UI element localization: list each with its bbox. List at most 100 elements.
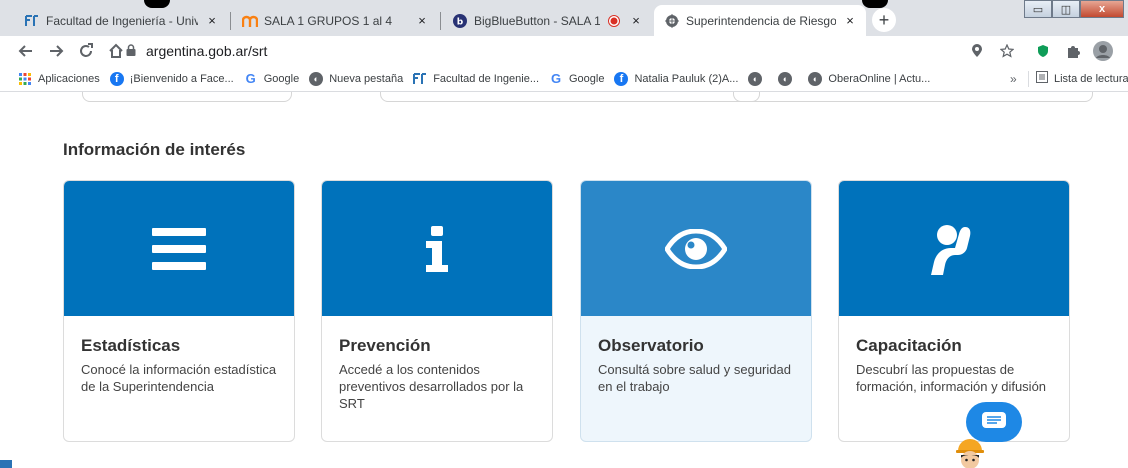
- tab-superintendencia[interactable]: Superintendencia de Riesgos del ×: [654, 5, 866, 36]
- raised-hand-person-icon: [931, 224, 971, 275]
- bookmark-label: Facultad de Ingenie...: [433, 72, 539, 85]
- card-capacitacion[interactable]: Capacitación Descubrí las propuestas de …: [838, 180, 1070, 442]
- menu-lines-icon: [152, 227, 206, 270]
- card-prevencion[interactable]: Prevención Accedé a los contenidos preve…: [321, 180, 553, 442]
- toolbar-actions: [964, 39, 1128, 63]
- reading-list-icon: [1036, 71, 1048, 86]
- card-hero: [839, 181, 1069, 316]
- moodle-favicon-icon: [242, 13, 258, 29]
- puzzle-extensions-icon[interactable]: [1060, 39, 1086, 63]
- tab-separator: [440, 12, 441, 30]
- window-controls: ▭ ◫ x: [1024, 0, 1124, 20]
- card-title: Prevención: [339, 336, 431, 355]
- close-tab-icon[interactable]: ×: [204, 13, 220, 28]
- bookmark-globe-1[interactable]: ◐: [748, 71, 768, 86]
- bookmark-label: Google: [263, 72, 300, 85]
- card-hero: [64, 181, 294, 316]
- bookmark-label: Natalia Pauluk (2)A...: [634, 72, 739, 85]
- profile-avatar[interactable]: [1090, 39, 1116, 63]
- reading-list-label: Lista de lectura: [1054, 72, 1128, 85]
- card-description: Accedé a los contenidos preventivos desa…: [339, 362, 524, 411]
- reload-icon: [80, 43, 93, 57]
- bookmark-label: Nueva pestaña: [329, 72, 404, 85]
- tab-title: BigBlueButton - SALA 1 GRU: [474, 13, 600, 28]
- arrow-right-icon: [50, 45, 64, 57]
- tab-title: SALA 1 GRUPOS 1 al 4: [264, 13, 393, 28]
- argentina-favicon-icon: [664, 13, 680, 29]
- forward-button[interactable]: [44, 39, 68, 63]
- arrow-left-icon: [18, 45, 32, 57]
- worker-avatar-icon[interactable]: [952, 436, 988, 468]
- bookmark-globe-2[interactable]: ◐: [778, 71, 798, 86]
- shield-extension-icon[interactable]: [1030, 39, 1056, 63]
- card-description: Consultá sobre salud y seguridad en el t…: [598, 362, 791, 394]
- close-tab-icon[interactable]: ×: [628, 13, 644, 28]
- previous-card[interactable]: [380, 92, 760, 102]
- previous-card[interactable]: [733, 92, 1093, 102]
- bookmark-facultad[interactable]: Facultad de Ingenie...: [413, 72, 539, 86]
- card-description: Descubrí las propuestas de formación, in…: [856, 362, 1047, 394]
- tab-sala[interactable]: SALA 1 GRUPOS 1 al 4 ×: [232, 5, 438, 36]
- bookmark-natalia[interactable]: f Natalia Pauluk (2)A...: [614, 71, 739, 86]
- google-icon: G: [550, 71, 562, 86]
- bookmark-label: ¡Bienvenido a Face...: [129, 72, 234, 85]
- globe-icon: ◐: [309, 71, 324, 86]
- card-estadisticas[interactable]: Estadísticas Conocé la información estad…: [63, 180, 295, 442]
- bigbluebutton-favicon-icon: b: [452, 13, 468, 29]
- window-close-button[interactable]: x: [1080, 0, 1124, 18]
- card-observatorio[interactable]: Observatorio Consultá sobre salud y segu…: [580, 180, 812, 442]
- tab-facultad[interactable]: Facultad de Ingeniería - Universic ×: [14, 5, 228, 36]
- section-title: Información de interés: [63, 140, 246, 159]
- maximize-button[interactable]: ◫: [1052, 0, 1080, 18]
- new-tab-button[interactable]: +: [872, 8, 896, 32]
- star-icon[interactable]: [994, 39, 1020, 63]
- minimize-button[interactable]: ▭: [1024, 0, 1052, 18]
- notch-decoration: [862, 0, 888, 8]
- close-tab-icon[interactable]: ×: [414, 13, 430, 28]
- bookmark-label: Aplicaciones: [38, 72, 100, 85]
- bookmark-label: OberaOnline | Actu...: [828, 72, 931, 85]
- bookmarks-overflow-button[interactable]: »: [1010, 72, 1017, 86]
- svg-text:b: b: [457, 17, 464, 27]
- back-button[interactable]: [14, 39, 38, 63]
- tab-title: Facultad de Ingeniería - Universic: [46, 13, 198, 28]
- google-icon: G: [245, 71, 256, 86]
- home-button[interactable]: [104, 39, 128, 63]
- eye-icon: [665, 228, 727, 269]
- chat-icon: [982, 412, 1006, 428]
- close-tab-icon[interactable]: ×: [842, 13, 858, 28]
- tab-separator: [230, 12, 231, 30]
- info-icon: [426, 225, 448, 272]
- fi-favicon-icon: [24, 13, 40, 29]
- tab-bigbluebutton[interactable]: b BigBlueButton - SALA 1 GRU ×: [442, 5, 652, 36]
- page-content: Información de interés Estadísticas Cono…: [0, 92, 1128, 468]
- bookmark-label: Google: [569, 72, 605, 85]
- bookmark-google-2[interactable]: G Google: [549, 71, 605, 86]
- card-hero: [322, 181, 552, 316]
- globe-icon: ◐: [778, 71, 793, 86]
- menu-kebab-icon[interactable]: [1120, 39, 1128, 63]
- card-hero: [581, 181, 811, 316]
- page-edge-marker: [0, 460, 12, 468]
- bookmark-apps[interactable]: Aplicaciones: [18, 72, 100, 86]
- apps-grid-icon: [18, 72, 32, 86]
- address-bar[interactable]: argentina.gob.ar/srt: [126, 38, 930, 64]
- card-title: Estadísticas: [81, 336, 181, 355]
- home-icon: [109, 43, 123, 58]
- reading-list-button[interactable]: Lista de lectura: [1036, 71, 1128, 86]
- previous-card[interactable]: [82, 92, 292, 102]
- browser-toolbar: argentina.gob.ar/srt: [0, 36, 1128, 66]
- reload-button[interactable]: [74, 39, 98, 63]
- facebook-icon: f: [614, 71, 629, 86]
- tab-strip: Facultad de Ingeniería - Universic × SAL…: [0, 0, 1128, 36]
- location-icon[interactable]: [964, 39, 990, 63]
- bookmarks-divider: [1028, 71, 1029, 87]
- fi-favicon-icon: [413, 72, 427, 86]
- globe-icon: ◐: [808, 71, 823, 86]
- bookmark-oberaonline[interactable]: ◐ OberaOnline | Actu...: [808, 71, 931, 86]
- bookmark-google[interactable]: G Google: [244, 71, 300, 86]
- bookmark-facebook[interactable]: f ¡Bienvenido a Face...: [109, 71, 234, 86]
- card-title: Capacitación: [856, 336, 962, 355]
- bookmark-nueva-pestana[interactable]: ◐ Nueva pestaña: [309, 71, 404, 86]
- globe-icon: ◐: [748, 71, 763, 86]
